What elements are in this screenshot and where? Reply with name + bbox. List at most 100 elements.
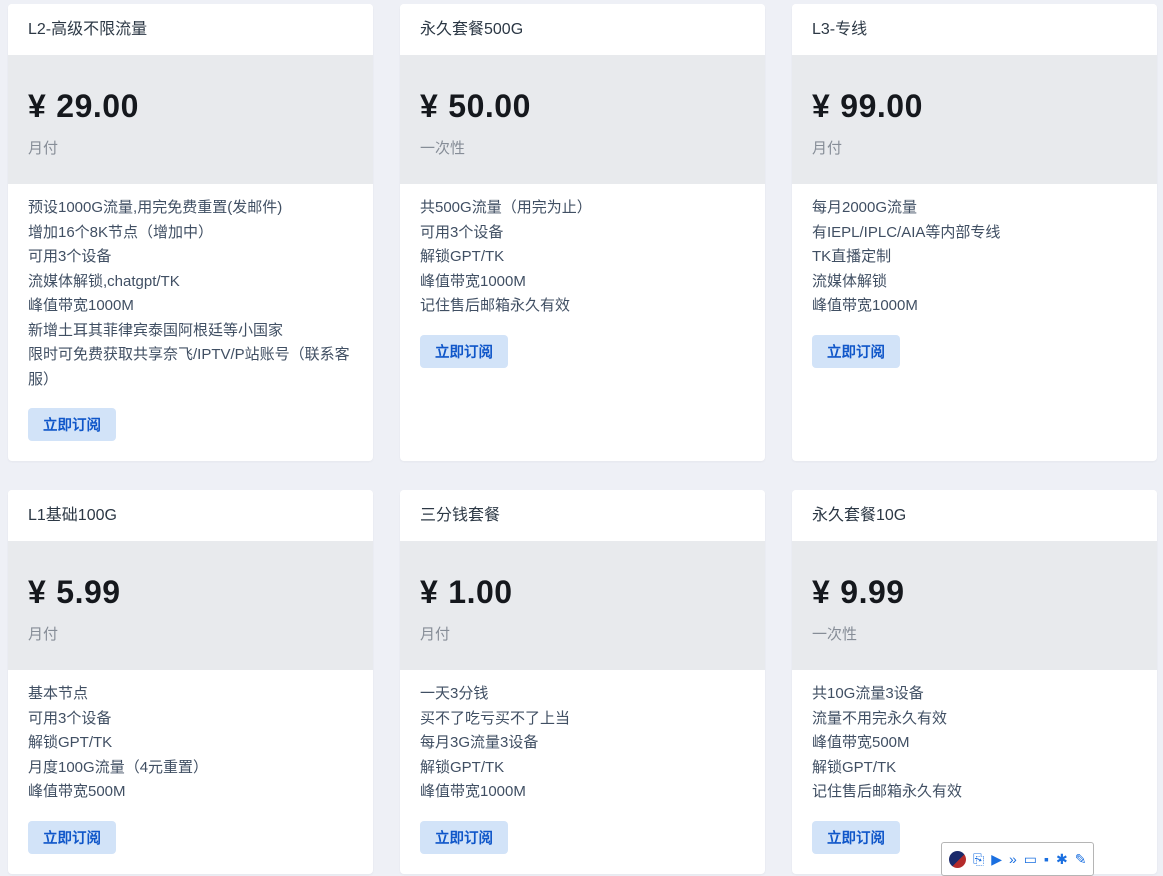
stop-icon[interactable]: ▪ xyxy=(1044,851,1049,867)
feature-line: 峰值带宽500M xyxy=(28,780,353,805)
feature-line: 峰值带宽1000M xyxy=(28,294,353,319)
price-amount: 29.00 xyxy=(56,88,139,124)
subscribe-button[interactable]: 立即订阅 xyxy=(28,408,116,441)
settings-icon[interactable]: ✱ xyxy=(1056,851,1068,867)
feature-line: 可用3个设备 xyxy=(420,221,745,246)
toolbar-logo-icon xyxy=(949,851,966,868)
price-section: ¥50.00 一次性 xyxy=(400,55,765,184)
feature-line: 基本节点 xyxy=(28,682,353,707)
feature-list: 预设1000G流量,用完免费重置(发邮件)增加16个8K节点（增加中）可用3个设… xyxy=(28,196,353,392)
features-section: 共500G流量（用完为止）可用3个设备解锁GPT/TK峰值带宽1000M记住售后… xyxy=(400,184,765,461)
feature-line: 共10G流量3设备 xyxy=(812,682,1137,707)
feature-line: 共500G流量（用完为止） xyxy=(420,196,745,221)
selection-toolbar[interactable]: ⎘ ▶ » ▭ ▪ ✱ ✎ xyxy=(941,842,1094,876)
plan-price: ¥5.99 xyxy=(28,571,353,613)
price-amount: 9.99 xyxy=(840,574,904,610)
currency-symbol: ¥ xyxy=(420,574,438,610)
features-section: 基本节点可用3个设备解锁GPT/TK月度100G流量（4元重置）峰值带宽500M… xyxy=(8,670,373,874)
feature-line: 峰值带宽500M xyxy=(812,731,1137,756)
features-section: 每月2000G流量有IEPL/IPLC/AIA等内部专线TK直播定制流媒体解锁峰… xyxy=(792,184,1157,461)
feature-list: 每月2000G流量有IEPL/IPLC/AIA等内部专线TK直播定制流媒体解锁峰… xyxy=(812,196,1137,319)
feature-line: 峰值带宽1000M xyxy=(420,780,745,805)
feature-list: 共10G流量3设备流量不用完永久有效峰值带宽500M解锁GPT/TK记住售后邮箱… xyxy=(812,682,1137,805)
price-amount: 99.00 xyxy=(840,88,923,124)
currency-symbol: ¥ xyxy=(28,574,46,610)
copy-icon[interactable]: ⎘ xyxy=(973,851,984,867)
features-section: 预设1000G流量,用完免费重置(发邮件)增加16个8K节点（增加中）可用3个设… xyxy=(8,184,373,461)
feature-list: 基本节点可用3个设备解锁GPT/TK月度100G流量（4元重置）峰值带宽500M xyxy=(28,682,353,805)
price-section: ¥1.00 月付 xyxy=(400,541,765,670)
plans-grid: L2-高级不限流量 ¥29.00 月付 预设1000G流量,用完免费重置(发邮件… xyxy=(0,0,1163,874)
currency-symbol: ¥ xyxy=(28,88,46,124)
forward-icon[interactable]: » xyxy=(1009,851,1017,867)
plan-name: 永久套餐500G xyxy=(420,21,523,38)
plan-price: ¥50.00 xyxy=(420,85,745,127)
feature-line: 每月3G流量3设备 xyxy=(420,731,745,756)
subscribe-button[interactable]: 立即订阅 xyxy=(420,821,508,854)
feature-list: 共500G流量（用完为止）可用3个设备解锁GPT/TK峰值带宽1000M记住售后… xyxy=(420,196,745,319)
feature-line: 解锁GPT/TK xyxy=(28,731,353,756)
subscribe-button[interactable]: 立即订阅 xyxy=(28,821,116,854)
edit-icon[interactable]: ✎ xyxy=(1075,851,1087,867)
subscribe-button[interactable]: 立即订阅 xyxy=(812,335,900,368)
plan-name: 三分钱套餐 xyxy=(420,507,500,524)
price-section: ¥29.00 月付 xyxy=(8,55,373,184)
feature-list: 一天3分钱买不了吃亏买不了上当每月3G流量3设备解锁GPT/TK峰值带宽1000… xyxy=(420,682,745,805)
billing-cycle: 月付 xyxy=(420,623,745,644)
price-section: ¥5.99 月付 xyxy=(8,541,373,670)
plan-price: ¥1.00 xyxy=(420,571,745,613)
feature-line: 预设1000G流量,用完免费重置(发邮件) xyxy=(28,196,353,221)
play-icon[interactable]: ▶ xyxy=(991,851,1002,867)
billing-cycle: 月付 xyxy=(28,623,353,644)
feature-line: 峰值带宽1000M xyxy=(812,294,1137,319)
billing-cycle: 月付 xyxy=(812,137,1137,158)
plan-price: ¥9.99 xyxy=(812,571,1137,613)
subscribe-button[interactable]: 立即订阅 xyxy=(812,821,900,854)
feature-line: 流媒体解锁 xyxy=(812,270,1137,295)
feature-line: 流量不用完永久有效 xyxy=(812,707,1137,732)
plan-price: ¥99.00 xyxy=(812,85,1137,127)
plan-card: L1基础100G ¥5.99 月付 基本节点可用3个设备解锁GPT/TK月度10… xyxy=(8,490,373,874)
plan-name: L1基础100G xyxy=(28,507,117,524)
feature-line: 有IEPL/IPLC/AIA等内部专线 xyxy=(812,221,1137,246)
subscribe-button[interactable]: 立即订阅 xyxy=(420,335,508,368)
feature-line: 增加16个8K节点（增加中） xyxy=(28,221,353,246)
price-section: ¥99.00 月付 xyxy=(792,55,1157,184)
plan-name: L3-专线 xyxy=(812,21,867,38)
feature-line: 解锁GPT/TK xyxy=(420,756,745,781)
plan-card: 三分钱套餐 ¥1.00 月付 一天3分钱买不了吃亏买不了上当每月3G流量3设备解… xyxy=(400,490,765,874)
plan-name: 永久套餐10G xyxy=(812,507,906,524)
feature-line: 解锁GPT/TK xyxy=(812,756,1137,781)
currency-symbol: ¥ xyxy=(420,88,438,124)
card-icon[interactable]: ▭ xyxy=(1024,851,1037,867)
plan-price: ¥29.00 xyxy=(28,85,353,127)
feature-line: 可用3个设备 xyxy=(28,707,353,732)
plan-card: L3-专线 ¥99.00 月付 每月2000G流量有IEPL/IPLC/AIA等… xyxy=(792,4,1157,461)
plan-name: L2-高级不限流量 xyxy=(28,21,147,38)
price-amount: 50.00 xyxy=(448,88,531,124)
feature-line: 新增土耳其菲律宾泰国阿根廷等小国家 xyxy=(28,319,353,344)
plan-card: 永久套餐10G ¥9.99 一次性 共10G流量3设备流量不用完永久有效峰值带宽… xyxy=(792,490,1157,874)
selection-toolbar-icons: ⎘ ▶ » ▭ ▪ ✱ ✎ xyxy=(973,851,1086,867)
billing-cycle: 一次性 xyxy=(420,137,745,158)
feature-line: 记住售后邮箱永久有效 xyxy=(812,780,1137,805)
feature-line: 限时可免费获取共享奈飞/IPTV/P站账号（联系客服） xyxy=(28,343,353,392)
price-section: ¥9.99 一次性 xyxy=(792,541,1157,670)
billing-cycle: 一次性 xyxy=(812,623,1137,644)
plan-card: L2-高级不限流量 ¥29.00 月付 预设1000G流量,用完免费重置(发邮件… xyxy=(8,4,373,461)
billing-cycle: 月付 xyxy=(28,137,353,158)
currency-symbol: ¥ xyxy=(812,88,830,124)
feature-line: 峰值带宽1000M xyxy=(420,270,745,295)
feature-line: TK直播定制 xyxy=(812,245,1137,270)
currency-symbol: ¥ xyxy=(812,574,830,610)
plan-card: 永久套餐500G ¥50.00 一次性 共500G流量（用完为止）可用3个设备解… xyxy=(400,4,765,461)
feature-line: 买不了吃亏买不了上当 xyxy=(420,707,745,732)
feature-line: 可用3个设备 xyxy=(28,245,353,270)
feature-line: 记住售后邮箱永久有效 xyxy=(420,294,745,319)
feature-line: 一天3分钱 xyxy=(420,682,745,707)
feature-line: 月度100G流量（4元重置） xyxy=(28,756,353,781)
features-section: 一天3分钱买不了吃亏买不了上当每月3G流量3设备解锁GPT/TK峰值带宽1000… xyxy=(400,670,765,874)
feature-line: 每月2000G流量 xyxy=(812,196,1137,221)
feature-line: 解锁GPT/TK xyxy=(420,245,745,270)
feature-line: 流媒体解锁,chatgpt/TK xyxy=(28,270,353,295)
